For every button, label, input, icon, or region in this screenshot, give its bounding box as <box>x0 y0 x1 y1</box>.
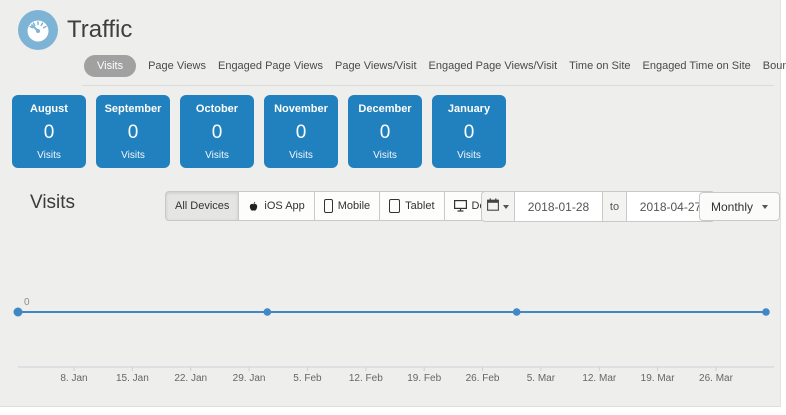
filter-label: Tablet <box>405 200 435 212</box>
card-unit-label: Visits <box>37 150 61 161</box>
x-axis-label: 5. Feb <box>293 373 322 384</box>
granularity-select[interactable]: Monthly <box>699 192 781 221</box>
chevron-down-icon <box>503 204 509 209</box>
tablet-icon <box>389 199 401 213</box>
card-november[interactable]: November 0 Visits <box>264 95 338 168</box>
card-december[interactable]: December 0 Visits <box>348 95 422 168</box>
card-value: 0 <box>379 121 391 143</box>
filter-tablet[interactable]: Tablet <box>380 191 445 221</box>
card-october[interactable]: October 0 Visits <box>180 95 254 168</box>
card-month-label: January <box>447 103 491 115</box>
visits-line-chart: 8. Jan 15. Jan 22. Jan 29. Jan 5. Feb 12. Feb… <box>0 240 782 405</box>
tab-engaged-time-on-site[interactable]: Engaged Time on Site <box>643 60 751 72</box>
data-point[interactable] <box>762 308 770 316</box>
calendar-icon <box>487 197 499 216</box>
tab-bounce-rate[interactable]: Bounce Rate <box>763 60 786 72</box>
card-september[interactable]: September 0 Visits <box>96 95 170 168</box>
data-point-label: 0 <box>24 297 30 308</box>
tab-engaged-page-views-per-visit[interactable]: Engaged Page Views/Visit <box>429 60 558 72</box>
tab-engaged-page-views[interactable]: Engaged Page Views <box>218 60 323 72</box>
granularity-value: Monthly <box>711 199 754 214</box>
card-value: 0 <box>463 121 475 143</box>
chevron-down-icon <box>762 204 769 209</box>
card-value: 0 <box>127 121 139 143</box>
card-january[interactable]: January 0 Visits <box>432 95 506 168</box>
traffic-gauge-icon <box>18 10 58 50</box>
tabs-divider <box>82 85 774 86</box>
card-month-label: November <box>274 103 328 115</box>
tab-visits[interactable]: Visits <box>84 55 137 77</box>
apple-icon <box>248 200 259 213</box>
filter-mobile[interactable]: Mobile <box>314 191 381 221</box>
x-axis-label: 12. Mar <box>582 373 617 384</box>
page-title: Traffic <box>67 16 133 43</box>
x-axis-label: 29. Jan <box>233 373 266 384</box>
traffic-dashboard: Traffic Visits Page Views Engaged Page V… <box>0 0 786 415</box>
filter-ios-app[interactable]: iOS App <box>239 191 315 221</box>
card-value: 0 <box>295 121 307 143</box>
card-unit-label: Visits <box>457 150 481 161</box>
chart-section-title: Visits <box>30 192 76 213</box>
x-axis-label: 19. Feb <box>407 373 441 384</box>
filter-label: Mobile <box>337 200 371 212</box>
card-month-label: December <box>358 103 412 115</box>
date-range-picker: to <box>481 191 715 222</box>
tab-page-views-per-visit[interactable]: Page Views/Visit <box>335 60 417 72</box>
mobile-icon <box>323 199 333 213</box>
x-axis-label: 12. Feb <box>349 373 383 384</box>
filter-all-devices[interactable]: All Devices <box>165 191 240 221</box>
tab-time-on-site[interactable]: Time on Site <box>569 60 630 72</box>
date-range-to-label: to <box>603 191 627 222</box>
x-axis-label: 5. Mar <box>527 373 556 384</box>
card-unit-label: Visits <box>121 150 145 161</box>
calendar-dropdown-button[interactable] <box>481 191 515 222</box>
filter-label: iOS App <box>264 200 305 212</box>
x-axis-label: 26. Feb <box>466 373 500 384</box>
data-point[interactable] <box>13 307 23 317</box>
card-august[interactable]: August 0 Visits <box>12 95 86 168</box>
chart-canvas: 8. Jan 15. Jan 22. Jan 29. Jan 5. Feb 12. Feb… <box>13 297 774 384</box>
start-date-input[interactable] <box>515 191 603 222</box>
x-axis-label: 8. Jan <box>60 373 87 384</box>
month-summary-cards: August 0 Visits September 0 Visits Octob… <box>12 95 506 168</box>
card-unit-label: Visits <box>289 150 313 161</box>
data-point[interactable] <box>263 308 272 316</box>
x-axis-label: 22. Jan <box>174 373 207 384</box>
card-value: 0 <box>211 121 223 143</box>
card-month-label: August <box>30 103 68 115</box>
data-point[interactable] <box>512 308 521 316</box>
tab-page-views[interactable]: Page Views <box>148 60 206 72</box>
card-value: 0 <box>43 121 55 143</box>
card-month-label: October <box>195 103 239 115</box>
x-axis-label: 19. Mar <box>641 373 676 384</box>
card-month-label: September <box>104 103 162 115</box>
desktop-icon <box>453 200 467 212</box>
metric-tabs: Visits Page Views Engaged Page Views Pag… <box>84 53 786 79</box>
card-unit-label: Visits <box>205 150 229 161</box>
x-axis-label: 26. Mar <box>699 373 734 384</box>
filter-label: All Devices <box>175 200 230 212</box>
card-unit-label: Visits <box>373 150 397 161</box>
x-axis-label: 15. Jan <box>116 373 149 384</box>
device-filter-group: All Devices iOS App Mobile Tablet <box>165 191 522 221</box>
